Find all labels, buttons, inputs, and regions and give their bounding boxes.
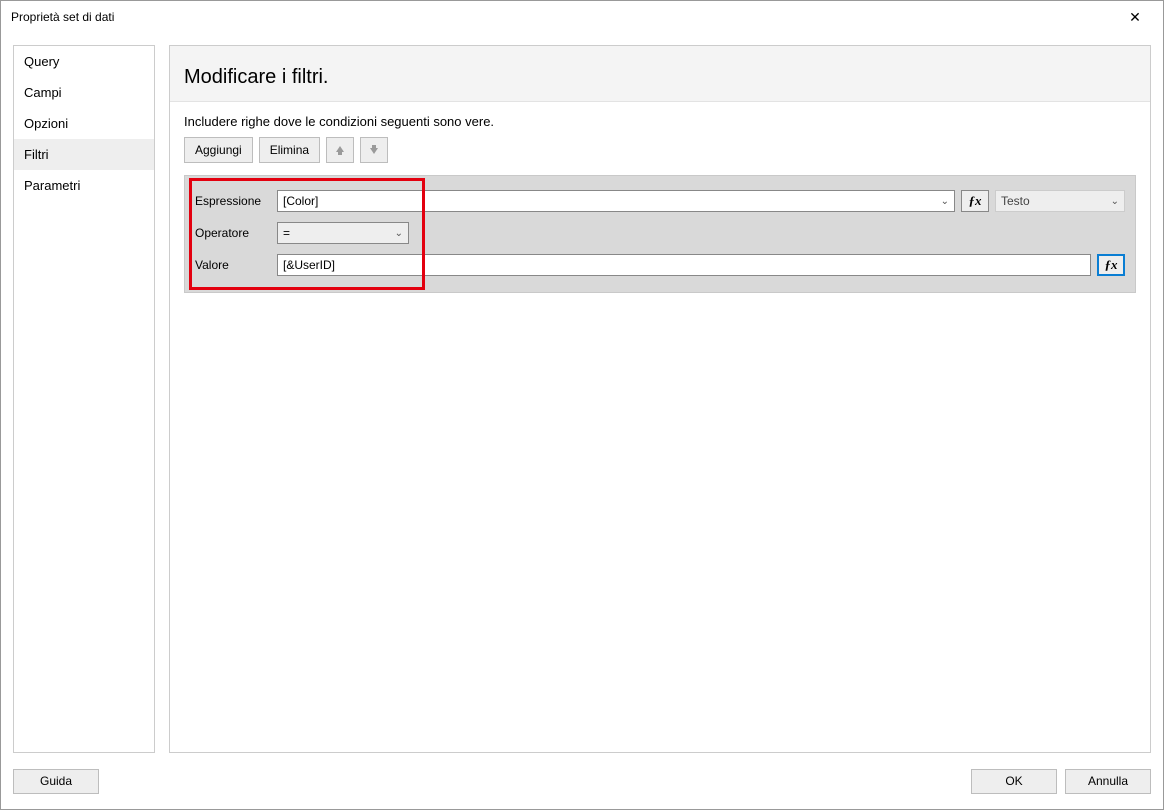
move-up-button[interactable] bbox=[326, 137, 354, 163]
titlebar: Proprietà set di dati ✕ bbox=[1, 1, 1163, 33]
close-button[interactable]: ✕ bbox=[1115, 1, 1155, 33]
help-button[interactable]: Guida bbox=[13, 769, 99, 794]
instructions-text: Includere righe dove le condizioni segue… bbox=[170, 102, 1150, 137]
expression-value: [Color] bbox=[283, 194, 318, 208]
filter-toolbar: Aggiungi Elimina bbox=[170, 137, 1150, 175]
fx-icon: ƒx bbox=[969, 193, 982, 209]
value-label: Valore bbox=[195, 258, 271, 272]
operator-row: = ⌄ bbox=[277, 222, 1125, 244]
expression-fx-button[interactable]: ƒx bbox=[961, 190, 989, 212]
sidebar-item-options[interactable]: Opzioni bbox=[14, 108, 154, 139]
chevron-down-icon: ⌄ bbox=[1111, 196, 1119, 207]
arrow-down-icon bbox=[368, 144, 380, 156]
operator-label: Operatore bbox=[195, 226, 271, 240]
sidebar-item-fields[interactable]: Campi bbox=[14, 77, 154, 108]
dialog-window: Proprietà set di dati ✕ Query Campi Opzi… bbox=[0, 0, 1164, 810]
window-title: Proprietà set di dati bbox=[11, 10, 1115, 24]
operator-value: = bbox=[283, 226, 290, 240]
ok-button[interactable]: OK bbox=[971, 769, 1057, 794]
empty-area bbox=[170, 305, 1150, 752]
chevron-down-icon: ⌄ bbox=[941, 196, 949, 207]
type-dropdown: Testo ⌄ bbox=[995, 190, 1125, 212]
add-button[interactable]: Aggiungi bbox=[184, 137, 253, 163]
main-panel: Modificare i filtri. Includere righe dov… bbox=[169, 45, 1151, 753]
value-row: ƒx bbox=[277, 254, 1125, 276]
filter-definition-area: Espressione [Color] ⌄ ƒx Testo ⌄ bbox=[184, 175, 1136, 293]
sidebar-item-query[interactable]: Query bbox=[14, 46, 154, 77]
chevron-down-icon: ⌄ bbox=[395, 228, 403, 239]
move-down-button[interactable] bbox=[360, 137, 388, 163]
main-header: Modificare i filtri. bbox=[170, 46, 1150, 102]
sidebar-item-parameters[interactable]: Parametri bbox=[14, 170, 154, 201]
cancel-button[interactable]: Annulla bbox=[1065, 769, 1151, 794]
expression-label: Espressione bbox=[195, 194, 271, 208]
close-icon: ✕ bbox=[1129, 9, 1141, 26]
button-bar: Guida OK Annulla bbox=[1, 763, 1163, 809]
expression-row: [Color] ⌄ ƒx Testo ⌄ bbox=[277, 190, 1125, 212]
value-fx-button[interactable]: ƒx bbox=[1097, 254, 1125, 276]
page-title: Modificare i filtri. bbox=[184, 66, 1136, 89]
fx-icon: ƒx bbox=[1105, 257, 1118, 273]
delete-button[interactable]: Elimina bbox=[259, 137, 320, 163]
type-value: Testo bbox=[1001, 194, 1030, 208]
sidebar: Query Campi Opzioni Filtri Parametri bbox=[13, 45, 155, 753]
sidebar-item-filters[interactable]: Filtri bbox=[14, 139, 154, 170]
arrow-up-icon bbox=[334, 144, 346, 156]
filter-row: Espressione [Color] ⌄ ƒx Testo ⌄ bbox=[185, 176, 1135, 292]
value-input[interactable] bbox=[277, 254, 1091, 276]
content-area: Query Campi Opzioni Filtri Parametri Mod… bbox=[1, 33, 1163, 763]
expression-dropdown[interactable]: [Color] ⌄ bbox=[277, 190, 955, 212]
operator-dropdown[interactable]: = ⌄ bbox=[277, 222, 409, 244]
